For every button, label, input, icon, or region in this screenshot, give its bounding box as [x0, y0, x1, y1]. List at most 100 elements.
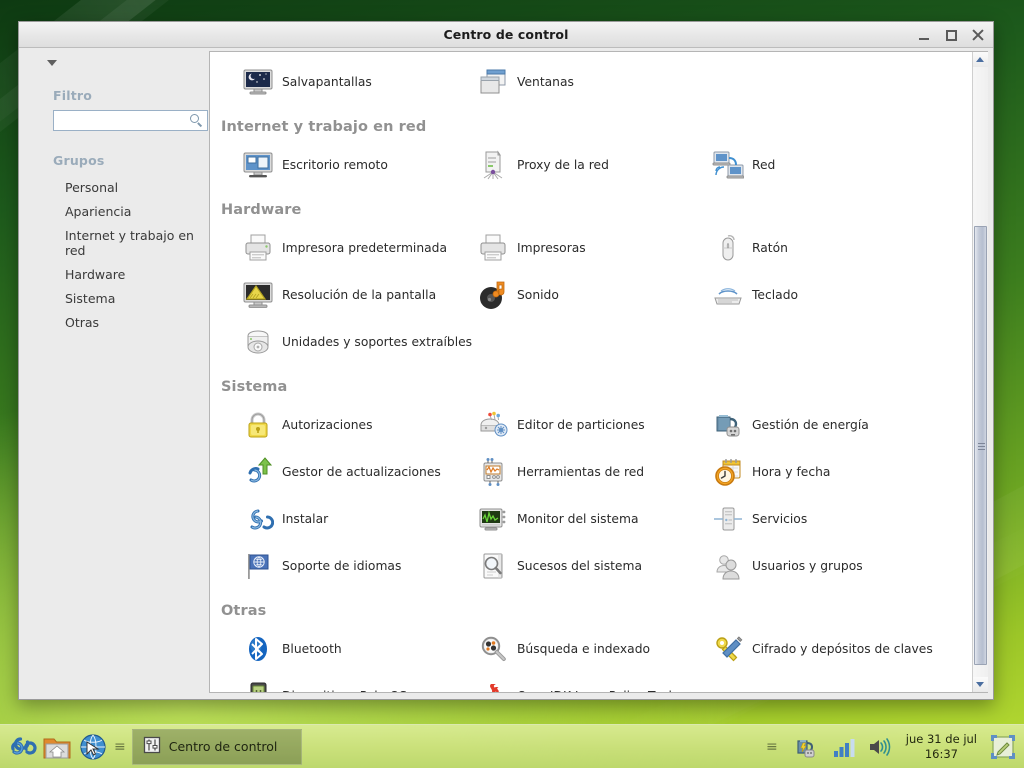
encryption-keyring-icon — [712, 633, 744, 665]
item-label: Herramientas de red — [517, 464, 645, 479]
system-tray: ≡ jue 31 de jul 16:37 — [762, 732, 1024, 762]
window-titlebar[interactable]: Centro de control — [19, 22, 993, 48]
file-manager-icon[interactable] — [40, 730, 74, 764]
sidebar-group-personal[interactable]: Personal — [19, 175, 209, 199]
users-groups-icon — [712, 550, 744, 582]
item-impresora-predeterminada[interactable]: Impresora predeterminada — [210, 224, 447, 271]
item-salvapantallas[interactable]: Salvapantallas — [210, 58, 445, 105]
item-red[interactable]: Red — [680, 141, 915, 188]
section-grid-internet-y-trabajo-en-red: Escritorio remoto Proxy de la red Red — [210, 141, 972, 188]
arrow-up-icon — [976, 57, 984, 62]
search-indexing-icon — [477, 633, 509, 665]
window-body: Filtro Grupos Personal Apariencia Internet… — [19, 48, 993, 699]
clock[interactable]: jue 31 de jul 16:37 — [902, 732, 981, 761]
item-proxy-de-la-red[interactable]: Proxy de la red — [445, 141, 680, 188]
item-label: Hora y fecha — [752, 464, 831, 479]
item-dispositivos-palmos[interactable]: Dispositivos PalmOS — [210, 672, 445, 692]
item-label: Bluetooth — [282, 641, 342, 656]
scroll-down-button[interactable] — [972, 677, 988, 692]
item-gestor-de-actualizaciones[interactable]: Gestor de actualizaciones — [210, 448, 445, 495]
minimize-icon — [919, 37, 929, 40]
mouse-icon — [712, 232, 744, 264]
sidebar-group-hardware[interactable]: Hardware — [19, 262, 209, 286]
network-tools-icon — [477, 456, 509, 488]
network-signal-icon[interactable] — [828, 732, 858, 762]
scrollbar-track[interactable] — [972, 67, 988, 677]
web-browser-icon[interactable] — [76, 730, 110, 764]
item-sonido[interactable]: Sonido — [445, 271, 680, 318]
item-raton[interactable]: Ratón — [680, 224, 915, 271]
show-desktop-icon[interactable] — [988, 732, 1018, 762]
taskbar-task-label: Centro de control — [168, 739, 278, 754]
item-openjdk-java-policy-tool[interactable]: OpenJDK Java Policy Tool — [445, 672, 680, 692]
sidebar-collapse-button[interactable] — [39, 50, 65, 76]
maximize-icon — [945, 29, 957, 41]
search-field-wrapper[interactable] — [53, 110, 208, 131]
sidebar-group-sistema[interactable]: Sistema — [19, 286, 209, 310]
content-scroll-area: Salvapantallas Ventanas Internet y trabajo… — [210, 52, 972, 692]
item-resolucion-de-la-pantalla[interactable]: Resolución de la pantalla — [210, 271, 445, 318]
mandriva-menu-icon[interactable] — [4, 730, 38, 764]
item-label: Gestor de actualizaciones — [282, 464, 441, 479]
item-label: Búsqueda e indexado — [517, 641, 651, 656]
item-label: Sonido — [517, 287, 559, 302]
sidebar-group-apariencia[interactable]: Apariencia — [19, 199, 209, 223]
taskbar-launchers — [0, 730, 110, 764]
search-input[interactable] — [54, 112, 182, 129]
partial-items-row: Salvapantallas Ventanas — [210, 58, 972, 105]
windows-icon — [477, 66, 509, 98]
sidebar-group-otras[interactable]: Otras — [19, 310, 209, 334]
item-sucesos-del-sistema[interactable]: Sucesos del sistema — [445, 542, 680, 589]
item-label: OpenJDK Java Policy Tool — [517, 689, 672, 693]
system-logs-icon — [477, 550, 509, 582]
minimize-button[interactable] — [915, 26, 933, 44]
item-editor-de-particiones[interactable]: Editor de particiones — [445, 401, 680, 448]
item-servicios[interactable]: Servicios — [680, 495, 915, 542]
content-panel: Salvapantallas Ventanas Internet y trabajo… — [209, 51, 988, 693]
control-center-icon — [143, 736, 161, 758]
item-bluetooth[interactable]: Bluetooth — [210, 625, 445, 672]
item-busqueda-e-indexado[interactable]: Búsqueda e indexado — [445, 625, 680, 672]
item-herramientas-de-red[interactable]: Herramientas de red — [445, 448, 680, 495]
scroll-up-button[interactable] — [972, 52, 988, 67]
item-cifrado-y-depositos-de-claves[interactable]: Cifrado y depósitos de claves — [680, 625, 933, 672]
tray-handle[interactable]: ≡ — [762, 739, 784, 755]
network-proxy-icon — [477, 149, 509, 181]
item-teclado[interactable]: Teclado — [680, 271, 915, 318]
item-gestion-de-energia[interactable]: Gestión de energía — [680, 401, 915, 448]
item-label: Servicios — [752, 511, 808, 526]
power-battery-icon[interactable] — [791, 732, 821, 762]
item-usuarios-y-grupos[interactable]: Usuarios y grupos — [680, 542, 915, 589]
item-unidades-y-soportes-extraibles[interactable]: Unidades y soportes extraíbles — [210, 318, 472, 365]
language-support-icon — [242, 550, 274, 582]
taskbar-task-centro-de-control[interactable]: Centro de control — [131, 728, 302, 765]
sidebar-group-internet-y-trabajo-en-red[interactable]: Internet y trabajo en red — [19, 223, 209, 262]
partition-editor-icon — [477, 409, 509, 441]
section-grid-otras: Bluetooth Búsqueda e indexado Cifrado y de… — [210, 625, 972, 692]
item-monitor-del-sistema[interactable]: Monitor del sistema — [445, 495, 680, 542]
taskbar-handle[interactable]: ≡ — [110, 739, 132, 755]
item-hora-y-fecha[interactable]: Hora y fecha — [680, 448, 915, 495]
item-instalar[interactable]: Instalar — [210, 495, 445, 542]
item-impresoras[interactable]: Impresoras — [445, 224, 680, 271]
remote-desktop-icon — [242, 149, 274, 181]
close-button[interactable] — [969, 26, 987, 44]
item-label: Resolución de la pantalla — [282, 287, 437, 302]
item-label: Gestión de energía — [752, 417, 869, 432]
item-escritorio-remoto[interactable]: Escritorio remoto — [210, 141, 445, 188]
scrollbar-thumb[interactable] — [973, 226, 987, 665]
item-soporte-de-idiomas[interactable]: Soporte de idiomas — [210, 542, 445, 589]
item-ventanas[interactable]: Ventanas — [445, 58, 680, 105]
system-monitor-icon — [477, 503, 509, 535]
removable-drives-icon — [242, 326, 274, 358]
taskbar: ≡ Centro de control ≡ jue 31 de jul 16:3… — [0, 724, 1024, 768]
vertical-scrollbar[interactable] — [972, 52, 988, 692]
section-grid-sistema: Autorizaciones Editor de particiones Gesti… — [210, 401, 972, 589]
sound-icon — [477, 279, 509, 311]
volume-icon[interactable] — [865, 732, 895, 762]
install-icon — [242, 503, 274, 535]
maximize-button[interactable] — [942, 26, 960, 44]
item-autorizaciones[interactable]: Autorizaciones — [210, 401, 445, 448]
chevron-down-icon — [47, 60, 57, 66]
java-icon — [477, 680, 509, 692]
